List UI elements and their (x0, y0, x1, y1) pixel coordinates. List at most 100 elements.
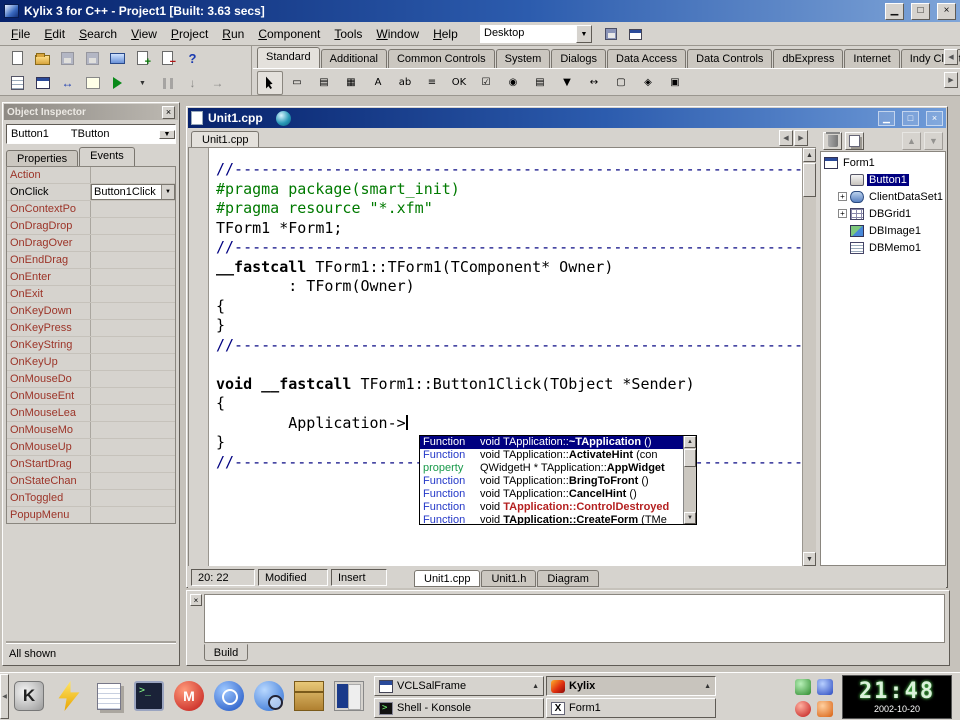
palette-tab-additional[interactable]: Additional (321, 49, 387, 68)
launcher-documents[interactable] (92, 677, 126, 715)
palette-tab-dialogs[interactable]: Dialogs (551, 49, 606, 68)
taskbar-button-shell-konsole[interactable]: Shell - Konsole (374, 698, 544, 718)
inspector-row-onenter[interactable]: OnEnter (7, 269, 175, 286)
new-item-button[interactable] (845, 132, 864, 150)
maximize-button[interactable]: □ (911, 3, 930, 20)
menu-run[interactable]: Run (215, 24, 251, 44)
chevron-down-icon[interactable]: ▼ (576, 25, 592, 43)
scroll-right-icon[interactable]: ▶ (944, 72, 958, 88)
launcher-package[interactable] (292, 677, 326, 715)
inspector-row-onexit[interactable]: OnExit (7, 286, 175, 303)
palette-tab-data-access[interactable]: Data Access (607, 49, 686, 68)
scroll-up-icon[interactable]: ▲ (684, 436, 696, 448)
inspector-row-onstartdrag[interactable]: OnStartDrag (7, 456, 175, 473)
open-file-button[interactable] (31, 48, 54, 69)
add-file-button[interactable] (131, 48, 154, 69)
main-window-titlebar[interactable]: Kylix 3 for C++ - Project1 [Built: 3.63 … (0, 0, 960, 22)
tab-unit1-cpp[interactable]: Unit1.cpp (191, 131, 259, 147)
file-tab-diagram[interactable]: Diagram (537, 570, 599, 587)
minimize-button[interactable]: ▁ (885, 3, 904, 20)
palette-icon-combobox[interactable]: ▼ (554, 71, 580, 95)
trace-into-button[interactable]: ↓ (181, 73, 204, 94)
palette-tab-common-controls[interactable]: Common Controls (388, 49, 495, 68)
inspector-row-onmousemo[interactable]: OnMouseMo (7, 422, 175, 439)
close-icon[interactable]: × (190, 594, 202, 606)
palette-tab-internet[interactable]: Internet (844, 49, 899, 68)
step-over-button[interactable]: → (206, 73, 229, 94)
menu-component[interactable]: Component (251, 24, 327, 44)
palette-icon-frames[interactable]: ▭ (284, 71, 310, 95)
code-line[interactable]: } (216, 316, 802, 336)
code-line[interactable]: Application-> (216, 414, 802, 434)
palette-icon-radio-button[interactable]: ◉ (500, 71, 526, 95)
file-tab-unit1-h[interactable]: Unit1.h (481, 570, 536, 587)
taskbar-button-vclsalframe[interactable]: VCLSalFrame▲ (374, 676, 544, 696)
code-line[interactable]: //--------------------------------------… (216, 336, 802, 356)
inspector-tab-properties[interactable]: Properties (6, 150, 78, 166)
inspector-row-action[interactable]: Action (7, 167, 175, 184)
move-down-button[interactable]: ▼ (924, 132, 943, 150)
launcher-mozilla[interactable] (172, 677, 206, 715)
inspector-row-onclick[interactable]: OnClickButton1Click▼ (7, 184, 175, 201)
view-form-button[interactable] (31, 73, 54, 94)
code-line[interactable]: //--------------------------------------… (216, 238, 802, 258)
open-project-button[interactable] (106, 48, 129, 69)
nav-back-icon[interactable]: ◀ (779, 130, 793, 146)
completion-item[interactable]: Functionvoid TApplication::BringToFront … (420, 475, 696, 488)
tree-item-form1[interactable]: Form1 (821, 154, 945, 171)
scroll-down-icon[interactable]: ▼ (803, 552, 816, 566)
palette-icon-radio-group[interactable]: ◈ (635, 71, 661, 95)
nav-forward-icon[interactable]: ▶ (794, 130, 808, 146)
palette-icon-listbox[interactable]: ▤ (527, 71, 553, 95)
inspector-row-onmouseup[interactable]: OnMouseUp (7, 439, 175, 456)
menu-tools[interactable]: Tools (327, 24, 369, 44)
palette-icon-panel[interactable]: ▣ (662, 71, 688, 95)
code-line[interactable]: { (216, 394, 802, 414)
panel-hide-button[interactable]: ◀ (0, 674, 9, 719)
inspector-row-popupmenu[interactable]: PopupMenu (7, 507, 175, 524)
taskbar-button-form1[interactable]: Form1 (546, 698, 716, 718)
tray-icon-green[interactable] (793, 677, 812, 696)
desktop-combobox[interactable]: Desktop ▼ (480, 25, 592, 43)
menu-project[interactable]: Project (164, 24, 215, 44)
code-line[interactable]: __fastcall TForm1::TForm1(TComponent* Ow… (216, 258, 802, 278)
minimize-button[interactable]: ▁ (878, 111, 895, 126)
scrollbar-thumb[interactable] (684, 449, 696, 467)
tree-item-dbmemo1[interactable]: DBMemo1 (821, 239, 945, 256)
menu-edit[interactable]: Edit (37, 24, 72, 44)
inspector-row-onmouselea[interactable]: OnMouseLea (7, 405, 175, 422)
scroll-up-icon[interactable]: ▲ (803, 148, 816, 162)
palette-icon-scrollbar[interactable]: ↔ (581, 71, 607, 95)
inspector-row-ondragover[interactable]: OnDragOver (7, 235, 175, 252)
tree-item-dbgrid1[interactable]: +DBGrid1 (821, 205, 945, 222)
menu-window[interactable]: Window (369, 24, 426, 44)
palette-icon-memo[interactable]: ≡ (419, 71, 445, 95)
code-line[interactable]: : TForm(Owner) (216, 277, 802, 297)
run-dropdown-button[interactable]: ▼ (131, 73, 154, 94)
pause-button[interactable] (156, 73, 179, 94)
launcher-search[interactable] (252, 677, 286, 715)
menu-file[interactable]: File (4, 24, 37, 44)
completion-item[interactable]: Functionvoid TApplication::ActivateHint … (420, 449, 696, 462)
tray-icon-blue[interactable] (815, 677, 834, 696)
launcher-windows[interactable] (332, 677, 366, 715)
launcher-lightning[interactable] (52, 677, 86, 715)
palette-icon-popup-menu[interactable]: ▦ (338, 71, 364, 95)
close-button[interactable]: × (937, 3, 956, 20)
completion-item[interactable]: Functionvoid TApplication::~TApplication… (420, 436, 696, 449)
code-line[interactable]: { (216, 297, 802, 317)
palette-icon-groupbox[interactable]: ▢ (608, 71, 634, 95)
taskbar-button-kylix[interactable]: Kylix▲ (546, 676, 716, 696)
view-unit-button[interactable] (6, 73, 29, 94)
object-inspector-titlebar[interactable]: Object Inspector × (4, 104, 178, 120)
object-selector-combobox[interactable]: Button1 TButton ▼ (6, 124, 176, 144)
chevron-down-icon[interactable]: ▼ (161, 185, 174, 199)
launcher-konqueror[interactable] (212, 677, 246, 715)
inspector-row-onmouseent[interactable]: OnMouseEnt (7, 388, 175, 405)
palette-icon-main-menu[interactable]: ▤ (311, 71, 337, 95)
inspector-row-oncontextpo[interactable]: OnContextPo (7, 201, 175, 218)
inspector-tab-events[interactable]: Events (79, 147, 135, 166)
inspector-row-onmousedo[interactable]: OnMouseDo (7, 371, 175, 388)
launcher-k-menu[interactable] (12, 677, 46, 715)
menu-help[interactable]: Help (426, 24, 465, 44)
